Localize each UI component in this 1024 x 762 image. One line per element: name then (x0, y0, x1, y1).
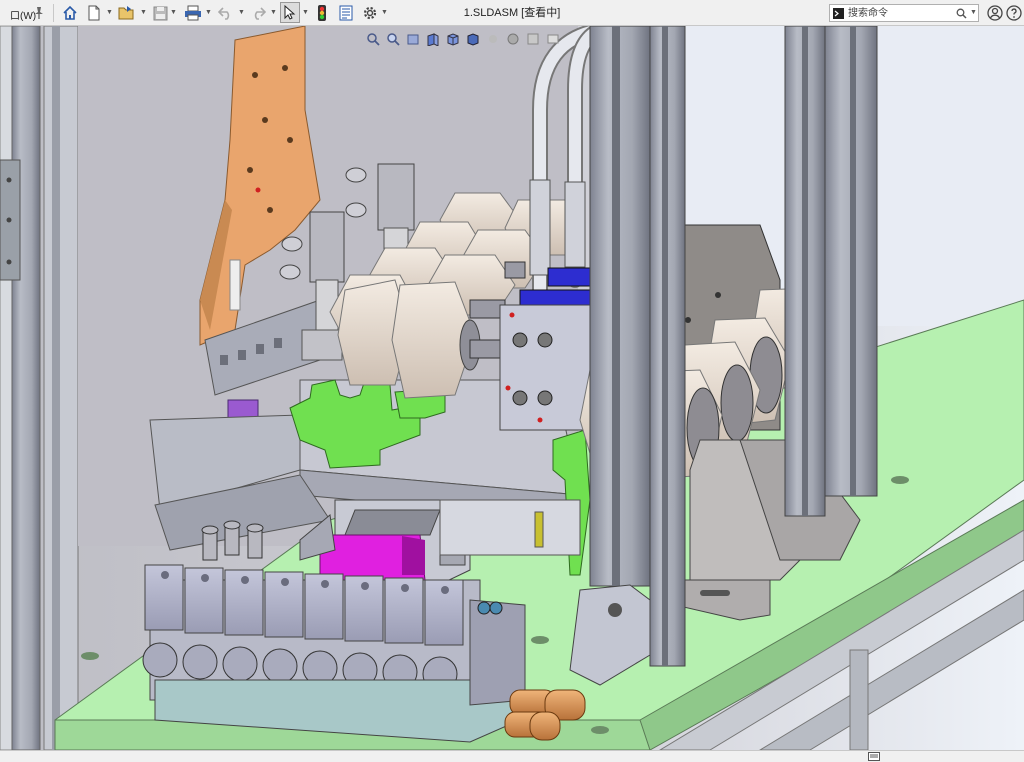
redo-dropdown-chevron-icon[interactable]: ▼ (270, 9, 277, 16)
search-dropdown-chevron-icon[interactable]: ▼ (970, 9, 977, 16)
status-bar (0, 750, 1024, 762)
graphics-viewport[interactable] (0, 26, 1024, 750)
open-icon[interactable] (116, 3, 138, 23)
help-icon[interactable] (1006, 3, 1022, 23)
options-gear-icon[interactable] (360, 3, 380, 23)
display-style-icon[interactable] (465, 31, 481, 47)
save-dropdown-chevron-icon[interactable]: ▼ (170, 9, 177, 16)
print-icon[interactable] (182, 3, 204, 23)
title-toolbar: 口(W) ▼ ▼ ▼ ▼ ▼ ▼ ▼ ▼ 1.SLDASM [查看中] 搜索命令… (0, 0, 1024, 26)
view-orientation-icon[interactable] (445, 31, 461, 47)
toolbar-separator (53, 4, 54, 22)
redo-icon[interactable] (248, 3, 268, 23)
zoom-area-icon[interactable] (385, 31, 401, 47)
section-view-icon[interactable] (425, 31, 441, 47)
zoom-to-fit-icon[interactable] (365, 31, 381, 47)
previous-view-icon[interactable] (405, 31, 421, 47)
view-settings-icon[interactable] (545, 31, 561, 47)
assembly-model (0, 26, 1024, 750)
pin-icon[interactable] (30, 3, 48, 23)
solenoid-valve-bank (142, 564, 526, 743)
hide-show-icon[interactable] (485, 31, 501, 47)
undo-dropdown-chevron-icon[interactable]: ▼ (238, 9, 245, 16)
options-dropdown-chevron-icon[interactable]: ▼ (381, 9, 388, 16)
linear-guide (439, 499, 581, 556)
file-properties-icon[interactable] (336, 3, 356, 23)
print-dropdown-chevron-icon[interactable]: ▼ (205, 9, 212, 16)
select-dropdown-chevron-icon[interactable]: ▼ (302, 9, 309, 16)
new-dropdown-chevron-icon[interactable]: ▼ (106, 9, 113, 16)
save-icon[interactable] (150, 3, 170, 23)
scene-icon[interactable] (525, 31, 541, 47)
traffic-light-icon[interactable] (312, 3, 332, 23)
new-document-icon[interactable] (84, 3, 104, 23)
heads-up-view-toolbar (365, 28, 561, 50)
search-input[interactable] (848, 6, 958, 20)
search-box[interactable]: ▼ (829, 4, 979, 22)
search-icon[interactable] (956, 8, 967, 19)
command-prompt-icon (833, 8, 844, 19)
appearance-icon[interactable] (505, 31, 521, 47)
open-dropdown-chevron-icon[interactable]: ▼ (140, 9, 147, 16)
select-icon[interactable] (280, 2, 300, 23)
undo-icon[interactable] (216, 3, 236, 23)
user-account-icon[interactable] (985, 3, 1005, 23)
home-icon[interactable] (60, 3, 80, 23)
push-in-fittings (201, 520, 264, 561)
left-frame-rail (0, 26, 79, 750)
status-panel-icon[interactable] (868, 752, 880, 761)
